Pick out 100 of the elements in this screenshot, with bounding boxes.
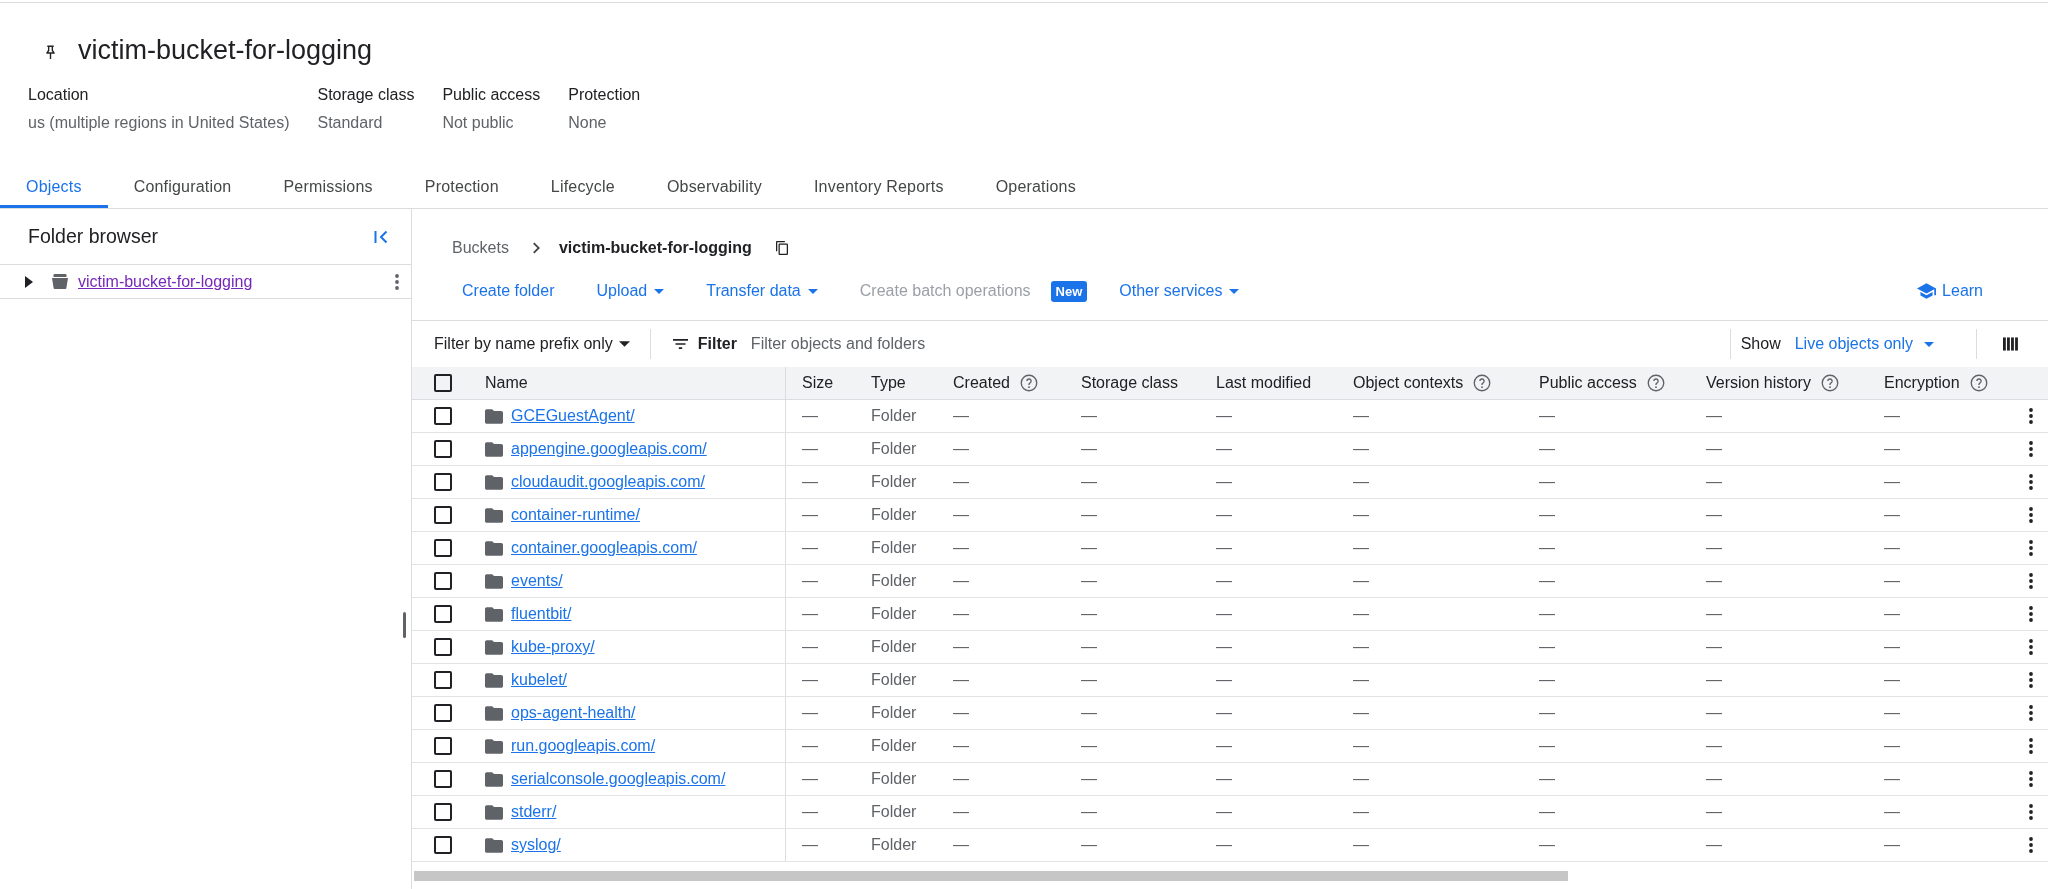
action-button[interactable]: Transfer data bbox=[696, 273, 828, 309]
checkbox[interactable] bbox=[434, 473, 452, 491]
checkbox[interactable] bbox=[434, 407, 452, 425]
table-cell-text: — bbox=[801, 472, 819, 492]
folder-link[interactable]: container.googleapis.com/ bbox=[511, 539, 697, 557]
checkbox[interactable] bbox=[434, 374, 452, 392]
folder-link[interactable]: stderr/ bbox=[511, 803, 557, 821]
checkbox[interactable] bbox=[434, 572, 452, 590]
table-cell-text: Folder bbox=[870, 538, 918, 558]
column-header[interactable]: Encryption bbox=[1884, 374, 1960, 392]
pin-icon[interactable] bbox=[45, 44, 56, 60]
checkbox[interactable] bbox=[434, 770, 452, 788]
more-icon[interactable] bbox=[2028, 804, 2033, 820]
tab[interactable]: Lifecycle bbox=[524, 160, 641, 208]
folder-link[interactable]: syslog/ bbox=[511, 836, 561, 854]
folder-link[interactable]: ops-agent-health/ bbox=[511, 704, 636, 722]
action-button[interactable]: Create folder bbox=[452, 273, 565, 309]
more-icon[interactable] bbox=[2028, 705, 2033, 721]
detail-label: Location bbox=[28, 85, 90, 105]
more-icon[interactable] bbox=[2028, 771, 2033, 787]
more-icon[interactable] bbox=[2028, 441, 2033, 457]
more-icon[interactable] bbox=[2028, 639, 2033, 655]
columns-icon[interactable] bbox=[2003, 337, 2018, 351]
checkbox[interactable] bbox=[434, 539, 452, 557]
folder-icon bbox=[485, 837, 503, 853]
column-header[interactable]: Object contexts bbox=[1353, 374, 1464, 392]
tab[interactable]: Permissions bbox=[257, 160, 399, 208]
resize-handle[interactable] bbox=[403, 612, 406, 638]
breadcrumb-link[interactable]: victim-bucket-for-logging bbox=[558, 239, 752, 257]
table-cell-text: — bbox=[1883, 472, 1901, 492]
table-cell-text: — bbox=[1883, 538, 1901, 558]
caret-down-icon bbox=[1229, 288, 1240, 294]
table-cell-text: Folder bbox=[870, 769, 918, 789]
folder-link[interactable]: serialconsole.googleapis.com/ bbox=[511, 770, 726, 788]
table-cell-text: — bbox=[1705, 472, 1723, 492]
column-header[interactable]: Created bbox=[953, 374, 1010, 392]
table-cell-text: — bbox=[952, 505, 970, 525]
action-button[interactable]: Other services bbox=[1109, 273, 1250, 309]
table-cell-text: — bbox=[1352, 703, 1370, 723]
table-cell-text: — bbox=[1215, 802, 1233, 822]
column-header[interactable]: Size bbox=[802, 374, 834, 392]
more-icon[interactable] bbox=[2028, 408, 2033, 424]
folder-link[interactable]: cloudaudit.googleapis.com/ bbox=[511, 473, 705, 491]
action-button[interactable]: Upload bbox=[586, 273, 675, 309]
checkbox[interactable] bbox=[434, 440, 452, 458]
column-header[interactable]: Public access bbox=[1539, 374, 1637, 392]
column-header[interactable]: Storage class bbox=[1081, 374, 1178, 392]
filter-mode-dropdown[interactable]: Filter by name prefix only bbox=[434, 335, 630, 353]
folder-link[interactable]: events/ bbox=[511, 572, 563, 590]
folder-link[interactable]: GCEGuestAgent/ bbox=[511, 407, 635, 425]
folder-link[interactable]: kubelet/ bbox=[511, 671, 568, 689]
more-icon[interactable] bbox=[395, 273, 399, 290]
column-header[interactable]: Version history bbox=[1706, 374, 1811, 392]
tab[interactable]: Inventory Reports bbox=[787, 160, 970, 208]
help-icon[interactable] bbox=[1820, 374, 1839, 392]
checkbox[interactable] bbox=[434, 704, 452, 722]
scrollbar-thumb[interactable] bbox=[414, 871, 1568, 881]
collapse-panel-icon[interactable] bbox=[374, 229, 388, 244]
checkbox[interactable] bbox=[434, 638, 452, 656]
checkbox[interactable] bbox=[434, 836, 452, 854]
help-icon[interactable] bbox=[1019, 374, 1038, 392]
column-header[interactable]: Type bbox=[871, 374, 906, 392]
expand-caret-icon[interactable] bbox=[25, 275, 33, 288]
breadcrumb-link[interactable]: Buckets bbox=[452, 239, 509, 257]
folder-link[interactable]: fluentbit/ bbox=[511, 605, 572, 623]
tab[interactable]: Operations bbox=[969, 160, 1102, 208]
learn-button[interactable]: Learn bbox=[1907, 273, 1993, 309]
help-icon[interactable] bbox=[1969, 374, 1988, 392]
tab[interactable]: Objects bbox=[0, 160, 108, 208]
folder-link[interactable]: appengine.googleapis.com/ bbox=[511, 440, 707, 458]
tab[interactable]: Configuration bbox=[107, 160, 258, 208]
more-icon[interactable] bbox=[2028, 606, 2033, 622]
folder-link[interactable]: container-runtime/ bbox=[511, 506, 640, 524]
more-icon[interactable] bbox=[2028, 837, 2033, 853]
folder-link[interactable]: kube-proxy/ bbox=[511, 638, 595, 656]
help-icon[interactable] bbox=[1646, 374, 1665, 392]
copy-icon[interactable] bbox=[775, 241, 788, 255]
more-icon[interactable] bbox=[2028, 573, 2033, 589]
checkbox[interactable] bbox=[434, 803, 452, 821]
tree-item-link[interactable]: victim-bucket-for-logging bbox=[78, 272, 253, 291]
tab[interactable]: Protection bbox=[398, 160, 525, 208]
checkbox[interactable] bbox=[434, 737, 452, 755]
filter-input[interactable]: Filter objects and folders bbox=[750, 329, 1710, 359]
show-dropdown[interactable]: Live objects only bbox=[1794, 335, 1934, 353]
checkbox[interactable] bbox=[434, 671, 452, 689]
more-icon[interactable] bbox=[2028, 474, 2033, 490]
help-icon[interactable] bbox=[1473, 374, 1492, 392]
column-header[interactable]: Last modified bbox=[1216, 374, 1312, 392]
more-icon[interactable] bbox=[2028, 540, 2033, 556]
more-icon[interactable] bbox=[2028, 507, 2033, 523]
table-cell-text: — bbox=[801, 406, 819, 426]
tab[interactable]: Observability bbox=[640, 160, 788, 208]
more-icon[interactable] bbox=[2028, 738, 2033, 754]
checkbox[interactable] bbox=[434, 506, 452, 524]
folder-link[interactable]: run.googleapis.com/ bbox=[511, 737, 656, 755]
table-cell-text: — bbox=[1215, 736, 1233, 756]
column-header[interactable]: Name bbox=[485, 374, 528, 392]
checkbox[interactable] bbox=[434, 605, 452, 623]
table-cell-text: — bbox=[1705, 802, 1723, 822]
more-icon[interactable] bbox=[2028, 672, 2033, 688]
